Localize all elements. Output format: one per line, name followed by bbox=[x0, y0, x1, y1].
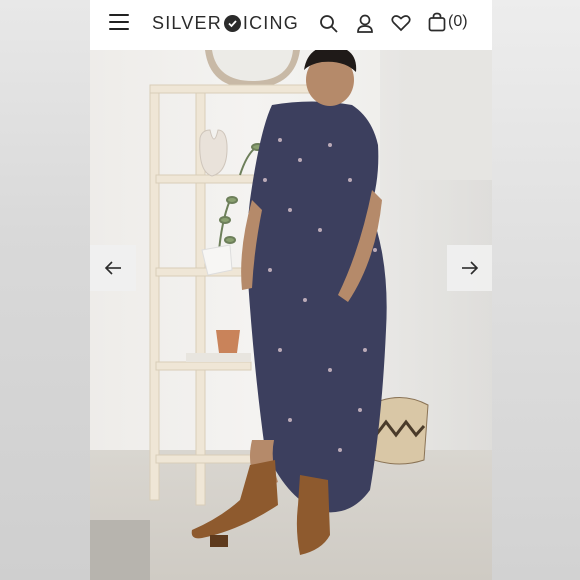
site-header: SILVER ICING (0) bbox=[90, 0, 492, 50]
blurred-backdrop-right bbox=[492, 0, 580, 580]
vase bbox=[199, 129, 228, 177]
shopping-bag-icon bbox=[428, 12, 446, 32]
boot-right bbox=[296, 475, 330, 555]
product-image bbox=[90, 50, 492, 580]
product-photo-illustration bbox=[149, 50, 429, 555]
check-heart-icon bbox=[223, 14, 241, 32]
brand-name-left: SILVER bbox=[152, 12, 222, 33]
next-image-button[interactable] bbox=[447, 245, 492, 291]
cart-count: (0) bbox=[448, 13, 468, 30]
terracotta-pot bbox=[216, 330, 240, 353]
arrow-left-icon bbox=[104, 261, 121, 275]
previous-image-button[interactable] bbox=[90, 245, 136, 291]
cart-button[interactable]: (0) bbox=[428, 12, 468, 32]
planter bbox=[201, 244, 233, 276]
brand-logo[interactable]: SILVER ICING bbox=[152, 11, 299, 35]
account-icon[interactable] bbox=[356, 14, 374, 34]
mobile-screen: SILVER ICING (0) bbox=[90, 0, 492, 580]
blurred-backdrop-left bbox=[0, 0, 90, 580]
brand-name-right: ICING bbox=[242, 12, 299, 33]
arrow-right-icon bbox=[462, 261, 479, 275]
heart-icon[interactable] bbox=[391, 14, 411, 32]
search-icon[interactable] bbox=[319, 14, 339, 34]
menu-icon[interactable] bbox=[109, 14, 129, 32]
books bbox=[186, 353, 251, 362]
